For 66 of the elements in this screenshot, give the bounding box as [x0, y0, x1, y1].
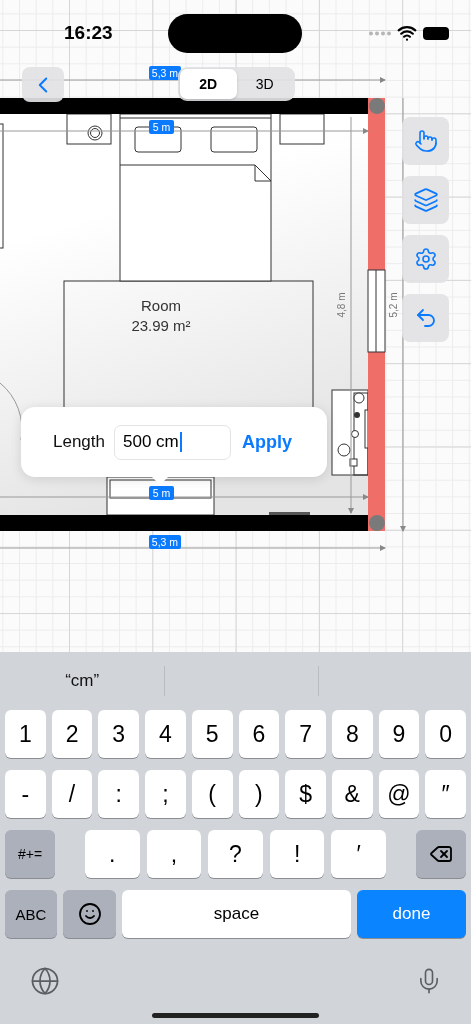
wall-handle[interactable]: [369, 515, 385, 531]
length-field[interactable]: 500 cm: [114, 424, 231, 460]
keyboard-key[interactable]: 0: [425, 710, 467, 758]
keyboard-key[interactable]: 3: [98, 710, 140, 758]
nightstand: [279, 113, 325, 145]
keyboard-key[interactable]: 7: [285, 710, 326, 758]
dimension-label: 5 m: [149, 120, 174, 134]
view-mode-tab[interactable]: 3D: [236, 69, 293, 99]
keyboard-key[interactable]: ″: [425, 770, 467, 818]
keyboard-key[interactable]: 9: [378, 710, 420, 758]
settings-icon: [413, 247, 438, 271]
signal-icon: [369, 30, 391, 36]
dimension-text: 4,8 m: [336, 292, 347, 318]
layers-button[interactable]: [402, 176, 449, 224]
keyboard-key[interactable]: /: [51, 770, 93, 818]
space-key[interactable]: space: [122, 890, 351, 938]
keyboard-key[interactable]: 6: [238, 710, 280, 758]
battery-icon: [423, 26, 449, 40]
symbols-key[interactable]: #+=: [5, 830, 55, 878]
wall-handle[interactable]: [369, 98, 385, 114]
done-key[interactable]: done: [357, 890, 466, 938]
settings-button[interactable]: [402, 235, 449, 283]
keyboard-key[interactable]: ,: [146, 830, 202, 878]
dimension-label: 5,3 m: [149, 66, 181, 80]
keyboard-key[interactable]: ): [238, 770, 280, 818]
undo-button[interactable]: [402, 294, 449, 342]
status-time: 16:23: [64, 22, 114, 44]
layers-icon: [412, 187, 439, 213]
view-mode-tab[interactable]: 2D: [180, 69, 237, 99]
keyboard-key[interactable]: 4: [145, 710, 186, 758]
globe-icon[interactable]: [30, 966, 60, 996]
keyboard-key[interactable]: 1: [5, 710, 46, 758]
room-name: Room: [141, 297, 181, 314]
hand-icon: [413, 129, 438, 153]
dimension-label: 5,3 m: [149, 535, 181, 549]
dimension-text: 5,2 m: [388, 292, 399, 318]
keyboard-key[interactable]: :: [98, 770, 140, 818]
wall[interactable]: [0, 98, 368, 114]
apply-button[interactable]: Apply: [240, 431, 292, 453]
keyboard-key[interactable]: 8: [331, 710, 373, 758]
keyboard-key[interactable]: 2: [51, 710, 93, 758]
text-cursor: [179, 432, 182, 452]
suggestion[interactable]: “cm”: [0, 666, 166, 696]
keyboard-key[interactable]: &: [331, 770, 373, 818]
abc-key[interactable]: ABC: [5, 890, 57, 938]
keyboard-key[interactable]: @: [378, 770, 420, 818]
nightstand: [66, 113, 112, 145]
room-area: 23.99 m²: [131, 317, 191, 334]
keyboard-key[interactable]: 5: [191, 710, 233, 758]
keyboard-key[interactable]: ;: [145, 770, 186, 818]
delete-key[interactable]: [416, 830, 466, 878]
keyboard-key[interactable]: .: [85, 830, 140, 878]
keyboard-key[interactable]: -: [5, 770, 46, 818]
back-button[interactable]: [22, 67, 64, 102]
wifi-icon: [397, 23, 417, 43]
gesture-button[interactable]: [402, 117, 449, 165]
keyboard-key[interactable]: $: [285, 770, 326, 818]
smiley-icon: [77, 902, 102, 926]
length-label: Length: [53, 432, 105, 452]
radiator: [269, 512, 310, 515]
keyboard-key[interactable]: (: [191, 770, 233, 818]
keyboard-key[interactable]: ?: [208, 830, 263, 878]
keyboard-key[interactable]: ′: [331, 830, 386, 878]
dimension-label: 5 m: [149, 486, 174, 500]
emoji-key[interactable]: [63, 890, 116, 938]
keyboard-key[interactable]: !: [269, 830, 325, 878]
